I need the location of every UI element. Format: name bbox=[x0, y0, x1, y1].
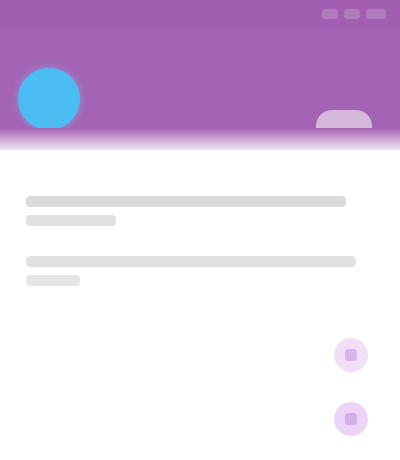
list-item-action-button[interactable] bbox=[334, 402, 368, 436]
header-divider bbox=[0, 128, 400, 150]
battery-icon bbox=[366, 9, 386, 19]
list-item-action-button[interactable] bbox=[334, 338, 368, 372]
description-paragraph-1 bbox=[26, 196, 366, 234]
list-item[interactable] bbox=[0, 390, 400, 446]
text-line bbox=[26, 196, 346, 207]
profile-header bbox=[0, 0, 400, 150]
text-line bbox=[26, 275, 80, 286]
status-bar bbox=[0, 0, 400, 30]
user-avatar[interactable] bbox=[18, 68, 80, 130]
main-content bbox=[0, 150, 400, 460]
wifi-icon bbox=[344, 9, 360, 19]
text-line bbox=[26, 215, 116, 226]
description-paragraph-2 bbox=[26, 256, 366, 294]
app-screen bbox=[0, 0, 400, 460]
list-item[interactable] bbox=[0, 326, 400, 382]
text-line bbox=[26, 256, 356, 267]
signal-icon bbox=[322, 9, 338, 19]
